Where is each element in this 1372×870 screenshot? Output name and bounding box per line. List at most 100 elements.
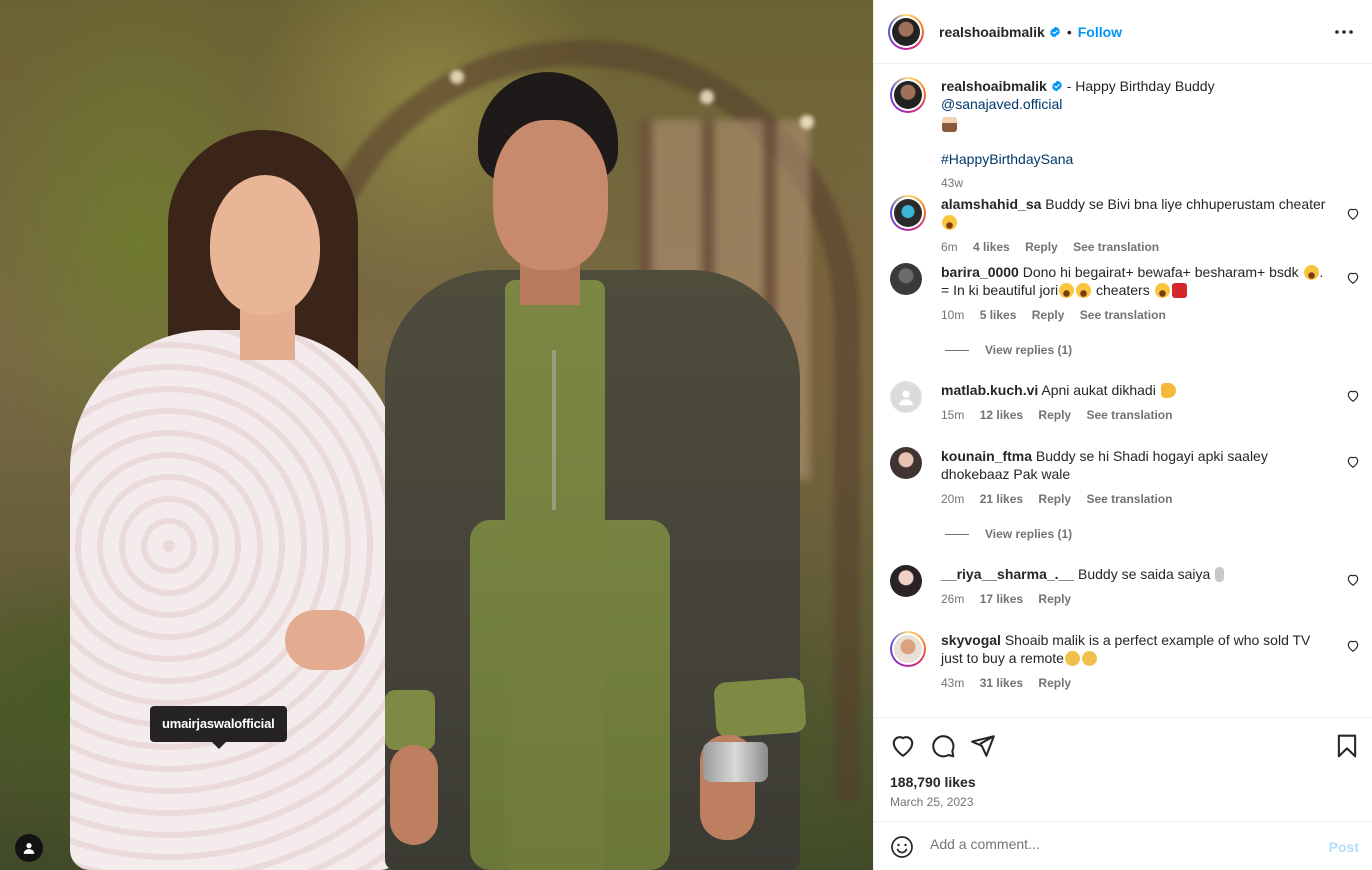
user-tag-button[interactable] bbox=[15, 834, 43, 862]
share-icon[interactable] bbox=[970, 733, 996, 759]
heart-icon[interactable] bbox=[890, 733, 916, 759]
post-date[interactable]: March 25, 2023 bbox=[890, 795, 973, 809]
comment-time[interactable]: 43m bbox=[941, 676, 964, 690]
comment-text: Dono hi begairat+ bewafa+ besharam+ bsdk bbox=[1022, 264, 1299, 280]
user-tag-label: umairjaswalofficial bbox=[162, 716, 275, 731]
comment-text-line3: cheaters bbox=[1092, 282, 1154, 298]
woman-face bbox=[210, 175, 320, 315]
view-replies-label: View replies (1) bbox=[985, 527, 1073, 541]
comment-like-icon[interactable] bbox=[1346, 389, 1360, 403]
follow-button[interactable]: Follow bbox=[1078, 24, 1122, 40]
commenter-avatar[interactable] bbox=[890, 565, 922, 597]
more-options-button[interactable] bbox=[1333, 22, 1355, 42]
caption-text: - Happy Birthday Buddy bbox=[1062, 78, 1215, 94]
see-translation-button[interactable]: See translation bbox=[1073, 240, 1159, 254]
reply-button[interactable]: Reply bbox=[1038, 408, 1071, 422]
author-username[interactable]: realshoaibmalik bbox=[939, 24, 1045, 40]
cake-emoji-icon bbox=[942, 117, 957, 132]
comment-username[interactable]: skyvogal bbox=[941, 632, 1001, 648]
woman-dress bbox=[70, 330, 400, 870]
author-avatar[interactable] bbox=[890, 77, 926, 113]
comment-like-icon[interactable] bbox=[1346, 207, 1360, 221]
laughing-emoji-icon bbox=[1059, 283, 1075, 298]
comment-username[interactable]: alamshahid_sa bbox=[941, 196, 1041, 212]
comment-username[interactable]: kounain_ftma bbox=[941, 448, 1032, 464]
comment-likes[interactable]: 12 likes bbox=[980, 408, 1023, 422]
man-hand-left bbox=[390, 745, 438, 845]
comment-likes[interactable]: 4 likes bbox=[973, 240, 1010, 254]
caption-mention[interactable]: @sanajaved.official bbox=[941, 96, 1062, 112]
user-tag-icon bbox=[23, 843, 35, 854]
comment-icon[interactable] bbox=[930, 733, 956, 759]
comment-like-icon[interactable] bbox=[1346, 639, 1360, 653]
header-separator: • bbox=[1066, 23, 1072, 40]
comment-likes[interactable]: 31 likes bbox=[980, 676, 1023, 690]
man-cuff-left bbox=[385, 690, 435, 750]
laughing-emoji-icon bbox=[1154, 283, 1170, 298]
commenter-avatar[interactable] bbox=[890, 263, 922, 295]
like-count[interactable]: 188,790 likes bbox=[890, 774, 976, 790]
comment-like-icon[interactable] bbox=[1346, 455, 1360, 469]
comment-text: Buddy se saida saiya bbox=[1078, 566, 1211, 582]
comment-composer: Post bbox=[874, 821, 1372, 870]
view-replies-button[interactable]: View replies (1) bbox=[945, 527, 1072, 541]
commenter-avatar[interactable] bbox=[890, 195, 926, 231]
reply-button[interactable]: Reply bbox=[1038, 592, 1071, 606]
woman-hands bbox=[285, 610, 365, 670]
reply-button[interactable]: Reply bbox=[1038, 676, 1071, 690]
comment-likes[interactable]: 5 likes bbox=[980, 308, 1017, 322]
more-options-icon bbox=[1335, 30, 1353, 34]
author-avatar[interactable] bbox=[888, 13, 924, 50]
comment-time[interactable]: 20m bbox=[941, 492, 964, 506]
comment-input[interactable] bbox=[930, 836, 1310, 852]
comment-likes[interactable]: 17 likes bbox=[980, 592, 1023, 606]
replies-divider bbox=[945, 349, 969, 351]
see-translation-button[interactable]: See translation bbox=[1086, 408, 1172, 422]
caption-age[interactable]: 43w bbox=[941, 176, 963, 190]
comment-time[interactable]: 10m bbox=[941, 308, 964, 322]
comment-text-line2: = In ki beautiful jori bbox=[941, 282, 1059, 298]
clap-emoji-icon bbox=[1160, 383, 1176, 398]
laughing-emoji-icon bbox=[1303, 265, 1319, 280]
comment-username[interactable]: matlab.kuch.vi bbox=[941, 382, 1038, 398]
commenter-avatar[interactable] bbox=[890, 381, 922, 413]
reply-button[interactable]: Reply bbox=[1025, 240, 1058, 254]
laughing-emoji-icon bbox=[942, 215, 957, 230]
comment-time[interactable]: 15m bbox=[941, 408, 964, 422]
reply-button[interactable]: Reply bbox=[1032, 308, 1065, 322]
caption-body: realshoaibmalik - Happy Birthday Buddy @… bbox=[941, 77, 1336, 191]
comment-time[interactable]: 26m bbox=[941, 592, 964, 606]
commenter-avatar[interactable] bbox=[890, 447, 922, 479]
user-tag-tooltip[interactable]: umairjaswalofficial bbox=[150, 706, 287, 749]
comment-text: Apni aukat dikhadi bbox=[1041, 382, 1156, 398]
post-comment-button[interactable]: Post bbox=[1329, 839, 1359, 855]
wristwatch bbox=[703, 742, 768, 782]
comment-text: Buddy se Bivi bna liye chhuperustam chea… bbox=[1045, 196, 1326, 212]
laughing-emoji-icon bbox=[1076, 283, 1092, 298]
comments-list[interactable]: realshoaibmalik - Happy Birthday Buddy @… bbox=[874, 65, 1372, 717]
see-translation-button[interactable]: See translation bbox=[1080, 308, 1166, 322]
see-translation-button[interactable]: See translation bbox=[1086, 492, 1172, 506]
view-replies-label: View replies (1) bbox=[985, 343, 1073, 357]
nail-emoji-icon bbox=[1215, 567, 1225, 582]
verified-badge-icon bbox=[1049, 26, 1060, 37]
post-image[interactable]: umairjaswalofficial bbox=[0, 0, 873, 870]
comment-likes[interactable]: 21 likes bbox=[980, 492, 1023, 506]
kurta-zipper bbox=[552, 350, 556, 510]
caption-hashtag[interactable]: #HappyBirthdaySana bbox=[941, 151, 1073, 167]
replies-divider bbox=[945, 533, 969, 535]
emoji-icon[interactable] bbox=[890, 835, 914, 859]
comment-like-icon[interactable] bbox=[1346, 271, 1360, 285]
comment-time[interactable]: 6m bbox=[941, 240, 958, 254]
reply-button[interactable]: Reply bbox=[1038, 492, 1071, 506]
caption-username[interactable]: realshoaibmalik bbox=[941, 78, 1047, 94]
view-replies-button[interactable]: View replies (1) bbox=[945, 343, 1072, 357]
man-face bbox=[493, 120, 608, 270]
action-bar: 188,790 likes March 25, 2023 bbox=[874, 717, 1372, 821]
comment-username[interactable]: barira_0000 bbox=[941, 264, 1019, 280]
commenter-avatar[interactable] bbox=[890, 631, 926, 667]
bookmark-icon[interactable] bbox=[1334, 733, 1360, 759]
comment-like-icon[interactable] bbox=[1346, 573, 1360, 587]
facepalm-emoji-icon bbox=[1081, 651, 1097, 666]
comment-username[interactable]: __riya__sharma_.__ bbox=[941, 566, 1074, 582]
